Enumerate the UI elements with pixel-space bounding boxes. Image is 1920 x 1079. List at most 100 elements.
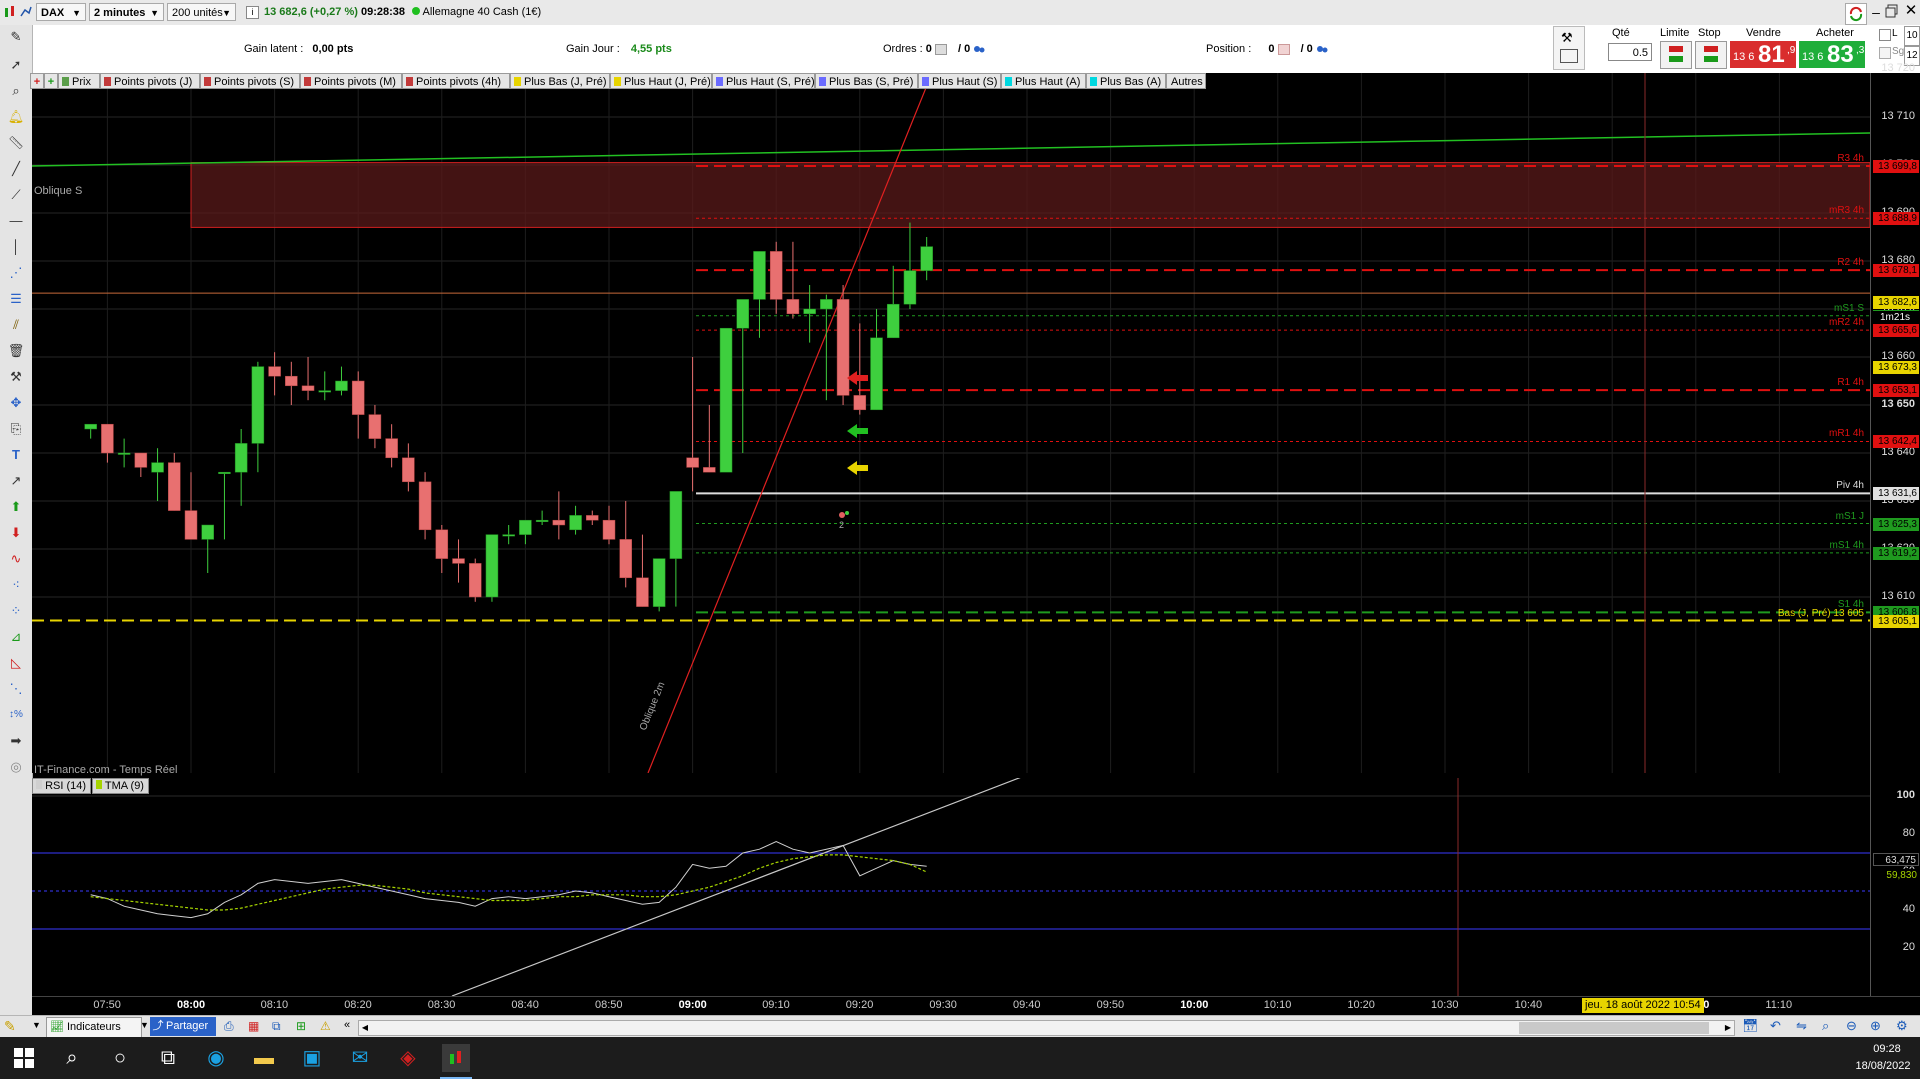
l-checkbox[interactable] <box>1879 29 1891 41</box>
horizontal-scrollbar[interactable]: ◀ ▶ <box>358 1020 1735 1036</box>
scrollbar-thumb[interactable] <box>1519 1022 1709 1034</box>
position-settings-icon[interactable] <box>1316 44 1328 54</box>
zoom-out-icon[interactable]: ⊖ <box>1846 1018 1857 1034</box>
chart-type-icon[interactable] <box>3 4 17 20</box>
line-tool-icon[interactable]: ╱ <box>6 159 26 179</box>
vline-icon[interactable]: │ <box>6 237 26 257</box>
ordres-settings-icon[interactable] <box>973 44 985 54</box>
units-select[interactable]: 200 unités ▼ <box>167 3 236 21</box>
keyboard-icon[interactable] <box>1560 49 1578 63</box>
buy-button[interactable]: 13 6 83 ,3 <box>1799 41 1865 68</box>
fibonacci-icon[interactable]: ☰ <box>6 289 26 309</box>
task-view-icon[interactable]: ⧉ <box>154 1044 182 1072</box>
wrench-icon[interactable]: ⚒ <box>1561 30 1573 46</box>
rsi-panel[interactable]: RSI (14) TMA (9) <box>32 778 1870 996</box>
add-level-button[interactable]: + <box>44 73 58 89</box>
hline-icon[interactable]: — <box>6 211 26 231</box>
search-icon[interactable]: ⌕ <box>58 1044 86 1072</box>
timeframe-select[interactable]: 2 minutes ▼ <box>89 3 164 21</box>
scroll-right-icon[interactable]: ▶ <box>1722 1021 1734 1035</box>
cortana-icon[interactable]: ○ <box>106 1044 134 1072</box>
edge-icon[interactable]: ◉ <box>202 1044 230 1072</box>
triangle-icon[interactable]: ◺ <box>6 653 26 673</box>
pencil-tool-icon[interactable]: ✎ <box>4 1018 26 1036</box>
zoom-icon[interactable]: ⌕ <box>6 81 26 101</box>
tab-pivots-j[interactable]: Points pivots (J) <box>100 73 200 89</box>
arrow-down-icon[interactable]: ⬇ <box>6 523 26 543</box>
gann-icon[interactable]: ⫽ <box>6 315 26 335</box>
chevron-down-icon[interactable]: ▼ <box>32 1020 41 1030</box>
instrument-select[interactable]: DAX ▼ <box>36 3 86 21</box>
move-icon[interactable]: ✥ <box>6 393 26 413</box>
alert-list-icon[interactable]: ⚠ <box>320 1019 331 1033</box>
target-icon[interactable]: ◎ <box>6 757 26 777</box>
points-icon[interactable]: ⁘ <box>6 601 26 621</box>
mail-icon[interactable]: ✉ <box>346 1044 374 1072</box>
app-icon[interactable]: ◈ <box>394 1044 422 1072</box>
trading-app-icon[interactable] <box>442 1044 470 1072</box>
collapse-icon[interactable]: « <box>344 1019 350 1031</box>
percent-icon[interactable]: ↕% <box>6 705 26 725</box>
wave-icon[interactable]: ∿ <box>6 549 26 569</box>
tab-plus-bas-a[interactable]: Plus Bas (A) <box>1086 73 1166 89</box>
scroll-left-icon[interactable]: ◀ <box>359 1021 371 1035</box>
tab-plus-haut-s[interactable]: Plus Haut (S) <box>918 73 1001 89</box>
tab-prix[interactable]: Prix <box>58 73 100 89</box>
file-explorer-icon[interactable]: ▬ <box>250 1044 278 1072</box>
time-axis[interactable]: 07:50 08:00 08:10 08:20 08:30 08:40 08:50 09:00… <box>32 996 1920 1015</box>
sell-button[interactable]: 13 6 81 ,9 <box>1730 41 1796 68</box>
price-chart[interactable]: Oblique S Oblique 2m IT-Finance.com - Te… <box>32 73 1870 776</box>
layout-icon[interactable]: ▦ <box>248 1019 259 1033</box>
pencil-icon[interactable]: ✎ <box>6 27 26 47</box>
minimize-icon[interactable]: – <box>1868 2 1884 22</box>
pts1-input[interactable]: 10 <box>1904 26 1920 46</box>
stop-button[interactable] <box>1695 41 1727 69</box>
refresh-icon[interactable] <box>1845 3 1867 25</box>
maximize-icon[interactable] <box>1885 4 1899 18</box>
store-icon[interactable]: ▣ <box>298 1044 326 1072</box>
tab-plus-bas-s-pre[interactable]: Plus Bas (S, Pré) <box>815 73 918 89</box>
zoom-fit-icon[interactable]: ⌕ <box>1822 1018 1829 1034</box>
save-icon[interactable]: ⎙ <box>224 1019 234 1034</box>
chart-settings-icon[interactable]: ⚙ <box>1896 1018 1908 1034</box>
autoscale-icon[interactable]: ⇋ <box>1796 1018 1807 1034</box>
tab-autres[interactable]: Autres <box>1166 73 1206 89</box>
limite-button[interactable] <box>1660 41 1692 69</box>
tab-pivots-m[interactable]: Points pivots (M) <box>300 73 402 89</box>
info-icon[interactable]: i <box>246 6 259 19</box>
undo-icon[interactable]: ↶ <box>1770 1018 1781 1034</box>
tab-plus-bas-j[interactable]: Plus Bas (J, Pré) <box>510 73 610 89</box>
window-icon[interactable]: ⧉ <box>272 1019 281 1034</box>
qte-input[interactable]: 0.5 <box>1608 43 1652 61</box>
close-icon[interactable]: ✕ <box>1903 1 1919 21</box>
cursor-icon[interactable]: ➚ <box>6 55 26 75</box>
ruler-icon[interactable]: 📏︎ <box>6 133 26 153</box>
tools-icon[interactable]: ⚒ <box>6 367 26 387</box>
arrow-up-icon[interactable]: ⬆ <box>6 497 26 517</box>
share-button[interactable]: ⤴ Partager <box>150 1017 216 1036</box>
tab-plus-haut-s-pre[interactable]: Plus Haut (S, Pré) <box>712 73 815 89</box>
indicators-button[interactable]: 📈︎ Indicateurs <box>46 1017 142 1038</box>
arrow-tool-icon[interactable]: ↗ <box>6 471 26 491</box>
regression-icon[interactable]: ⊿ <box>6 627 26 647</box>
export-icon[interactable]: ⊞ <box>296 1019 306 1033</box>
trash-icon[interactable]: 🗑︎ <box>6 341 26 361</box>
channel-icon[interactable]: ⋰ <box>6 263 26 283</box>
add-indicator-button[interactable]: + <box>30 73 44 89</box>
indicators-dropdown-icon[interactable]: ▼ <box>140 1020 149 1030</box>
rsi-legend[interactable]: RSI (14) <box>32 778 92 794</box>
position-icon[interactable] <box>1277 43 1290 55</box>
arrow-right-icon[interactable]: ➡ <box>6 731 26 751</box>
text-tool-icon[interactable]: T <box>6 445 26 465</box>
windows-start-icon[interactable] <box>10 1044 38 1072</box>
tab-plus-haut-a[interactable]: Plus Haut (A) <box>1001 73 1086 89</box>
calendar-icon[interactable]: 📅︎ <box>1742 1018 1759 1034</box>
price-axis[interactable]: 13 72013 71013 70013 69013 68013 67013 6… <box>1870 62 1920 996</box>
sg-checkbox[interactable] <box>1879 47 1891 59</box>
trendline-icon[interactable]: ⟋ <box>6 185 26 205</box>
tma-legend[interactable]: TMA (9) <box>92 778 149 794</box>
chart-icon-small[interactable] <box>20 4 32 20</box>
pattern-icon[interactable]: ⁖ <box>6 575 26 595</box>
copy-icon[interactable]: ⎘ <box>6 419 26 439</box>
zoom-in-icon[interactable]: ⊕ <box>1870 1018 1881 1034</box>
